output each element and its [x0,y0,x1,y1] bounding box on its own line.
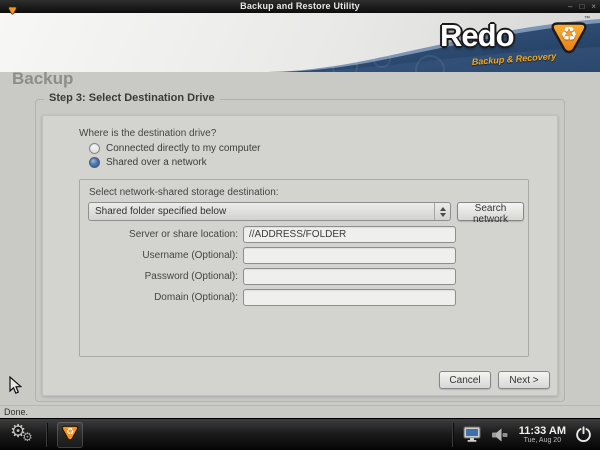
server-location-label: Server or share location: [80,229,238,240]
display-network-icon[interactable] [462,426,482,443]
maximize-button[interactable]: □ [579,0,584,13]
destination-question-label: Where is the destination drive? [79,128,216,139]
window-app-icon [8,2,17,20]
radio-label: Shared over a network [106,157,207,168]
mouse-cursor [9,376,22,400]
combo-spinner-icon [434,203,450,220]
recycle-icon: ♻ [560,23,577,46]
password-row: Password (Optional): [80,268,520,285]
status-text: Done. [4,407,28,417]
username-label: Username (Optional): [80,250,238,261]
status-bar: Done. [0,405,600,418]
radio-option-direct[interactable]: Connected directly to my computer [89,143,261,154]
password-label: Password (Optional): [80,271,238,282]
cancel-button[interactable]: Cancel [439,371,491,389]
taskbar: ⚙ ⚙ ♻ [0,418,600,450]
taskbar-separator [46,423,47,447]
window-body: Backup Step 3: Select Destination Drive … [0,72,600,405]
action-buttons: Cancel Next > [439,371,550,389]
network-destination-label: Select network-shared storage destinatio… [89,187,279,198]
domain-label: Domain (Optional): [80,292,238,303]
radio-label: Connected directly to my computer [106,143,261,154]
taskbar-redo-app-button[interactable]: ♻ [57,422,83,448]
domain-row: Domain (Optional): [80,289,520,306]
chevron-up-icon [440,207,446,211]
tray-separator [452,423,453,447]
server-location-row: Server or share location: [80,226,520,243]
content-panel: Where is the destination drive? Connecte… [42,115,558,396]
network-storage-groupbox: Select network-shared storage destinatio… [79,179,529,357]
clock-date: Tue, Aug 20 [519,437,566,445]
close-button[interactable]: × [591,0,596,13]
redo-logo-wordmark: Redo [440,18,514,54]
radio-option-network[interactable]: Shared over a network [89,157,207,168]
redo-logo: Redo ™ ♻ Backup & Recovery [440,14,590,72]
next-button[interactable]: Next > [498,371,550,389]
volume-speaker-icon[interactable] [491,427,510,443]
step-groupbox: Step 3: Select Destination Drive Where i… [35,99,565,402]
header-banner: Redo ™ ♻ Backup & Recovery [0,13,600,72]
window-title: Backup and Restore Utility [0,0,600,13]
radio-button-unselected[interactable] [89,143,100,154]
domain-input[interactable] [243,289,456,306]
titlebar: Backup and Restore Utility – □ × [0,0,600,13]
minimize-button[interactable]: – [568,0,572,13]
clock-time: 11:33 AM [519,425,566,437]
taskbar-clock[interactable]: 11:33 AM Tue, Aug 20 [519,425,566,445]
radio-button-selected[interactable] [89,157,100,168]
username-input[interactable] [243,247,456,264]
step-title: Step 3: Select Destination Drive [44,92,220,104]
system-menu-gears-icon[interactable]: ⚙ ⚙ [10,422,40,448]
network-destination-select[interactable]: Shared folder specified below [88,202,451,221]
page-title: Backup [12,69,73,89]
power-button-icon[interactable] [575,426,592,443]
search-network-button[interactable]: Search network [457,202,524,221]
select-value: Shared folder specified below [89,206,434,217]
username-row: Username (Optional): [80,247,520,264]
chevron-down-icon [440,213,446,217]
server-location-input[interactable] [243,226,456,243]
redo-shield-icon: ♻ [61,423,79,446]
password-input[interactable] [243,268,456,285]
